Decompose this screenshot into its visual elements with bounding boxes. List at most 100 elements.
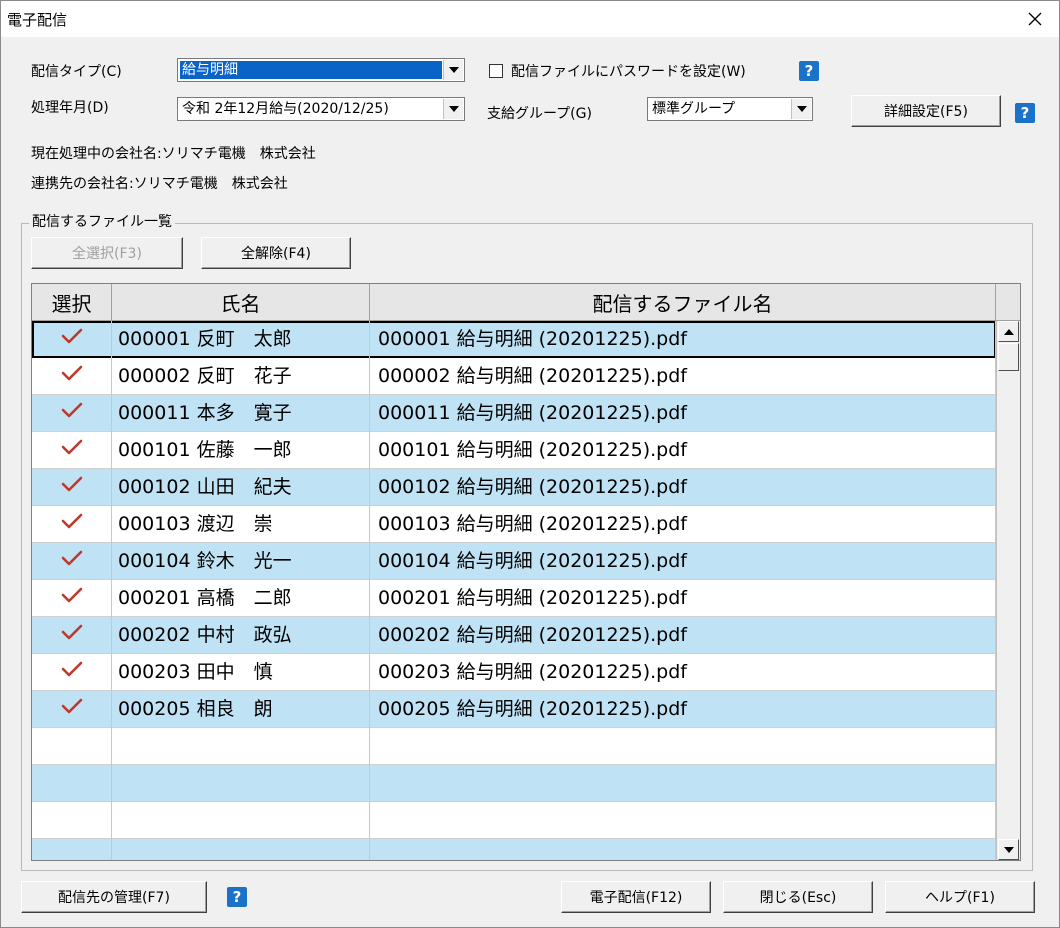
arrow-up-icon xyxy=(1003,328,1014,335)
deselect-all-button[interactable]: 全解除(F4) xyxy=(201,237,351,269)
table-row[interactable]: 000201 高橋 二郎 000201 給与明細 (20201225).pdf xyxy=(32,580,996,617)
row-file-cell: 000203 給与明細 (20201225).pdf xyxy=(370,654,996,691)
send-button[interactable]: 電子配信(F12) xyxy=(561,881,711,913)
file-list-group-label: 配信するファイル一覧 xyxy=(29,211,175,231)
row-select-cell[interactable] xyxy=(32,543,112,580)
checkmark-icon xyxy=(61,580,83,617)
column-header-file[interactable]: 配信するファイル名 xyxy=(370,284,996,321)
row-select-cell[interactable] xyxy=(32,802,112,839)
table-row[interactable]: 000001 反町 太郎 000001 給与明細 (20201225).pdf xyxy=(32,321,996,358)
password-checkbox-label[interactable]: 配信ファイルにパスワードを設定(W) xyxy=(511,61,746,81)
file-list-table[interactable]: 選択 氏名 配信するファイル名 000001 反町 太郎 000001 給与明細 … xyxy=(31,283,1021,861)
close-icon xyxy=(1028,12,1042,26)
table-row[interactable] xyxy=(32,839,996,860)
row-select-cell[interactable] xyxy=(32,728,112,765)
row-file-cell xyxy=(370,839,996,860)
table-row[interactable]: 000104 鈴木 光一 000104 給与明細 (20201225).pdf xyxy=(32,543,996,580)
manage-recipients-button[interactable]: 配信先の管理(F7) xyxy=(21,881,207,913)
checkmark-icon xyxy=(61,617,83,654)
row-name-cell: 000011 本多 寛子 xyxy=(112,395,370,432)
table-row[interactable]: 000205 相良 朗 000205 給与明細 (20201225).pdf xyxy=(32,691,996,728)
row-name-cell xyxy=(112,728,370,765)
detail-help-icon[interactable]: ? xyxy=(1015,103,1035,123)
title-bar: 電子配信 xyxy=(1,1,1059,37)
row-file-cell: 000201 給与明細 (20201225).pdf xyxy=(370,580,996,617)
row-file-cell xyxy=(370,802,996,839)
row-select-cell[interactable] xyxy=(32,654,112,691)
row-select-cell[interactable] xyxy=(32,617,112,654)
row-select-cell[interactable] xyxy=(32,432,112,469)
scroll-up-button[interactable] xyxy=(998,321,1019,342)
detail-settings-button[interactable]: 詳細設定(F5) xyxy=(851,95,1001,127)
close-button[interactable]: 閉じる(Esc) xyxy=(723,881,873,913)
row-select-cell[interactable] xyxy=(32,580,112,617)
table-row[interactable] xyxy=(32,765,996,802)
table-row[interactable]: 000102 山田 紀夫 000102 給与明細 (20201225).pdf xyxy=(32,469,996,506)
row-name-cell: 000202 中村 政弘 xyxy=(112,617,370,654)
row-name-cell xyxy=(112,802,370,839)
checkmark-icon xyxy=(61,691,83,728)
delivery-type-select[interactable]: 給与明細 xyxy=(177,58,465,82)
current-company-text: 現在処理中の会社名:ソリマチ電機 株式会社 xyxy=(31,146,316,162)
row-file-cell xyxy=(370,728,996,765)
row-file-cell: 000011 給与明細 (20201225).pdf xyxy=(370,395,996,432)
row-file-cell: 000205 給与明細 (20201225).pdf xyxy=(370,691,996,728)
checkmark-icon xyxy=(61,358,83,395)
row-name-cell: 000101 佐藤 一郎 xyxy=(112,432,370,469)
column-header-select[interactable]: 選択 xyxy=(32,284,112,321)
manage-help-icon[interactable]: ? xyxy=(227,887,247,907)
delivery-type-value: 給与明細 xyxy=(180,61,442,79)
arrow-down-icon xyxy=(1003,846,1014,853)
vertical-scrollbar[interactable] xyxy=(996,321,1020,860)
row-file-cell: 000202 給与明細 (20201225).pdf xyxy=(370,617,996,654)
row-file-cell: 000101 給与明細 (20201225).pdf xyxy=(370,432,996,469)
row-name-cell: 000102 山田 紀夫 xyxy=(112,469,370,506)
row-file-cell: 000002 給与明細 (20201225).pdf xyxy=(370,358,996,395)
table-row[interactable] xyxy=(32,802,996,839)
close-window-button[interactable] xyxy=(1019,5,1051,33)
table-row[interactable]: 000011 本多 寛子 000011 給与明細 (20201225).pdf xyxy=(32,395,996,432)
row-select-cell[interactable] xyxy=(32,358,112,395)
row-select-cell[interactable] xyxy=(32,506,112,543)
dropdown-arrow-icon[interactable] xyxy=(443,99,463,119)
table-row[interactable]: 000101 佐藤 一郎 000101 給与明細 (20201225).pdf xyxy=(32,432,996,469)
table-row[interactable]: 000202 中村 政弘 000202 給与明細 (20201225).pdf xyxy=(32,617,996,654)
row-name-cell: 000205 相良 朗 xyxy=(112,691,370,728)
checkmark-icon xyxy=(61,654,83,691)
period-label: 処理年月(D) xyxy=(31,100,109,116)
table-row[interactable]: 000002 反町 花子 000002 給与明細 (20201225).pdf xyxy=(32,358,996,395)
row-file-cell xyxy=(370,765,996,802)
select-all-button[interactable]: 全選択(F3) xyxy=(31,237,183,269)
electronic-delivery-dialog: 電子配信 配信タイプ(C) 給与明細 配信ファイルにパスワードを設定(W) ? … xyxy=(0,0,1060,928)
row-file-cell: 000104 給与明細 (20201225).pdf xyxy=(370,543,996,580)
help-button[interactable]: ヘルプ(F1) xyxy=(885,881,1035,913)
checkmark-icon xyxy=(61,543,83,580)
checkmark-icon xyxy=(61,395,83,432)
row-name-cell xyxy=(112,765,370,802)
scroll-thumb[interactable] xyxy=(998,343,1019,371)
row-name-cell: 000002 反町 花子 xyxy=(112,358,370,395)
password-checkbox[interactable] xyxy=(489,64,503,78)
password-help-icon[interactable]: ? xyxy=(799,61,819,81)
row-select-cell[interactable] xyxy=(32,691,112,728)
row-select-cell[interactable] xyxy=(32,395,112,432)
table-row[interactable] xyxy=(32,728,996,765)
row-select-cell[interactable] xyxy=(32,765,112,802)
period-select[interactable]: 令和 2年12月給与(2020/12/25) xyxy=(177,97,465,121)
delivery-type-label: 配信タイプ(C) xyxy=(31,64,122,80)
row-name-cell: 000203 田中 慎 xyxy=(112,654,370,691)
checkmark-icon xyxy=(61,321,83,358)
column-header-name[interactable]: 氏名 xyxy=(112,284,370,321)
linked-company-text: 連携先の会社名:ソリマチ電機 株式会社 xyxy=(31,176,288,192)
row-file-cell: 000103 給与明細 (20201225).pdf xyxy=(370,506,996,543)
row-select-cell[interactable] xyxy=(32,469,112,506)
row-select-cell[interactable] xyxy=(32,321,112,358)
dropdown-arrow-icon[interactable] xyxy=(791,99,811,119)
dropdown-arrow-icon[interactable] xyxy=(443,60,463,80)
row-select-cell[interactable] xyxy=(32,839,112,860)
table-row[interactable]: 000103 渡辺 崇 000103 給与明細 (20201225).pdf xyxy=(32,506,996,543)
table-row[interactable]: 000203 田中 慎 000203 給与明細 (20201225).pdf xyxy=(32,654,996,691)
row-name-cell: 000103 渡辺 崇 xyxy=(112,506,370,543)
pay-group-select[interactable]: 標準グループ xyxy=(647,97,813,121)
scroll-down-button[interactable] xyxy=(998,839,1019,860)
